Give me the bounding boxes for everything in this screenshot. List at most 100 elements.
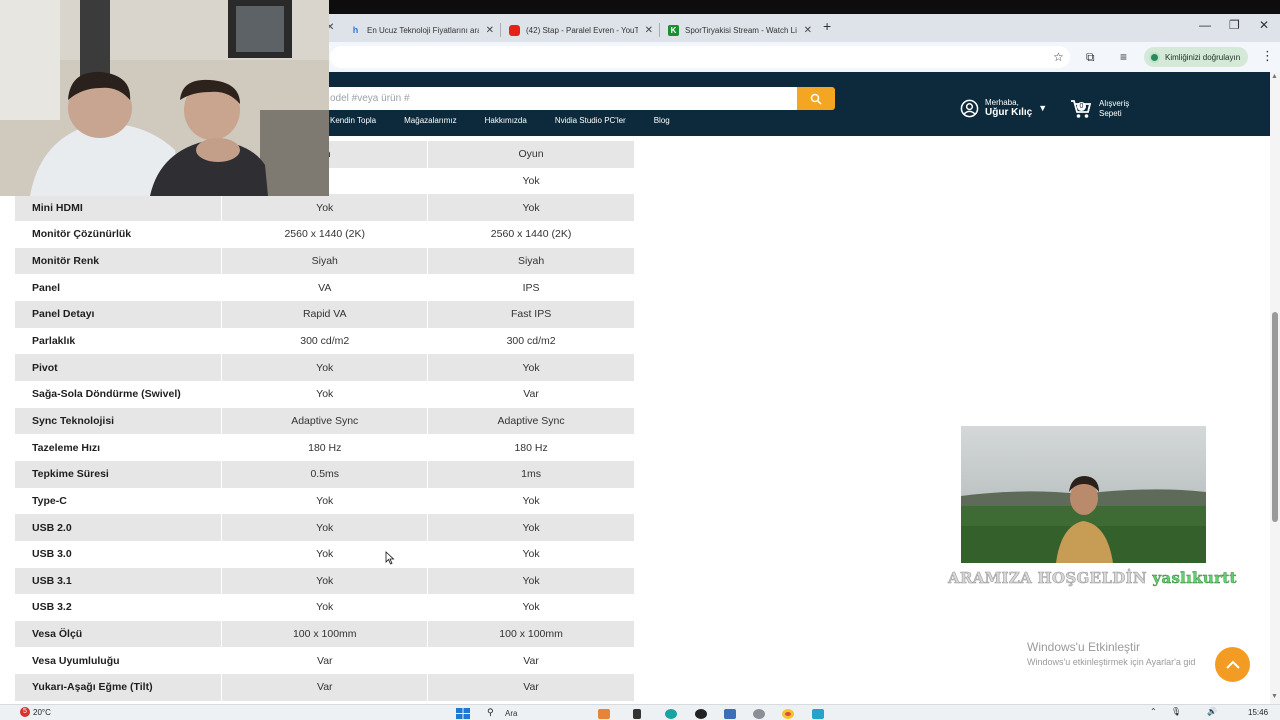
spec-value-product-2: Var xyxy=(427,380,635,408)
spec-value-product-1: Var xyxy=(221,647,429,675)
taskbar-app-icon[interactable] xyxy=(695,709,707,719)
spec-label: USB 3.2 xyxy=(15,594,223,621)
tab-sportiryakisi[interactable]: K SporTiryakisi Stream - Watch Li ✕ xyxy=(662,18,818,42)
spec-label: Vesa Uyumluluğu xyxy=(15,647,223,675)
tab-title: SporTiryakisi Stream - Watch Li xyxy=(685,25,797,35)
tray-chevron-up-icon[interactable]: ⌃ xyxy=(1150,707,1157,716)
user-name: Uğur Kılıç xyxy=(985,107,1033,118)
spec-value-product-1: Rapid VA xyxy=(221,300,429,328)
spec-label: USB 2.0 xyxy=(15,514,223,541)
maximize-icon[interactable]: ❐ xyxy=(1229,18,1240,32)
profile-button[interactable]: Kimliğinizi doğrulayın xyxy=(1144,47,1249,67)
user-account-menu[interactable]: Merhaba, Uğur Kılıç ▼ xyxy=(960,98,1047,118)
taskbar-search-box[interactable]: Ara xyxy=(505,709,517,718)
scroll-up-arrow-icon[interactable]: ▲ xyxy=(1271,73,1278,80)
tab-title: (42) Stap - Paralel Evren - YouTu xyxy=(526,25,638,35)
spec-value-product-1: 0.5ms xyxy=(221,460,429,488)
volume-icon[interactable]: 🔊 xyxy=(1207,707,1217,716)
spec-value-product-2: 2560 x 1440 (2K) xyxy=(427,220,635,248)
close-icon[interactable]: ✕ xyxy=(486,25,494,36)
spec-label: Type-C xyxy=(15,487,223,515)
spec-row: Panel Detayı Rapid VA Fast IPS xyxy=(15,300,635,328)
windows-start-icon[interactable] xyxy=(456,708,470,719)
settings-gear-icon[interactable] xyxy=(753,709,765,719)
nav-kendin-topla[interactable]: Kendin Topla xyxy=(330,116,376,125)
spec-value-product-1: Yok xyxy=(221,487,429,515)
spec-row: Mini HDMI Yok Yok xyxy=(15,194,635,221)
spec-label: Monitör Çözünürlük xyxy=(15,220,223,248)
media-queue-icon[interactable]: ≡ xyxy=(1120,50,1127,64)
microphone-icon[interactable]: 🎙 xyxy=(1171,707,1181,716)
spec-label: Tazeleme Hızı xyxy=(15,434,223,461)
spec-label: USB 3.1 xyxy=(15,567,223,595)
spec-row: Monitör Renk Siyah Siyah xyxy=(15,247,635,275)
close-window-icon[interactable]: ✕ xyxy=(1259,18,1269,32)
sportiryakisi-icon: K xyxy=(668,24,679,36)
search-button[interactable] xyxy=(797,87,835,110)
user-icon xyxy=(960,99,979,117)
chevron-up-icon xyxy=(1225,660,1240,669)
close-icon[interactable]: ✕ xyxy=(804,25,812,36)
main-nav: Kendin Topla Mağazalarımız Hakkımızda Nv… xyxy=(330,116,670,125)
nav-blog[interactable]: Blog xyxy=(654,116,670,125)
taskbar-clock[interactable]: 15:46 xyxy=(1248,708,1268,717)
spec-row: Sync Teknolojisi Adaptive Sync Adaptive Sy… xyxy=(15,407,635,435)
spec-value-product-1: 180 Hz xyxy=(221,434,429,461)
new-tab-plus-icon[interactable]: + xyxy=(823,18,831,34)
nav-magazalarimiz[interactable]: Mağazalarımız xyxy=(404,116,456,125)
spec-label: Tepkime Süresi xyxy=(15,460,223,488)
extensions-icon[interactable]: ⧉ xyxy=(1086,50,1095,65)
minimize-icon[interactable]: — xyxy=(1199,18,1211,32)
spec-value-product-2: IPS xyxy=(427,274,635,301)
spec-value-product-1: 2560 x 1440 (2K) xyxy=(221,220,429,248)
scrollbar-thumb[interactable] xyxy=(1272,312,1278,522)
spec-value-product-1: Yok xyxy=(221,194,429,221)
spec-row: USB 3.2 Yok Yok xyxy=(15,594,635,621)
tab-akakce[interactable]: h En Ucuz Teknoloji Fiyatlarını ara ✕ xyxy=(344,18,500,42)
welcome-banner: ARAMIZA HOŞGELDİN yaslıkurtt xyxy=(948,569,1237,588)
spec-value-product-1: 300 cd/m2 xyxy=(221,327,429,355)
spec-row: Monitör Çözünürlük 2560 x 1440 (2K) 2560 x… xyxy=(15,220,635,248)
bookmark-star-icon[interactable]: ☆ xyxy=(1053,50,1064,64)
spec-value-product-1: Yok xyxy=(221,567,429,595)
spec-value-product-2: Yok xyxy=(427,567,635,595)
spec-value-product-2: 100 x 100mm xyxy=(427,620,635,648)
chrome-icon[interactable] xyxy=(782,709,794,719)
spec-value-product-2: Yok xyxy=(427,540,635,568)
back-to-top-button[interactable] xyxy=(1215,647,1250,682)
user-greeting: Merhaba, xyxy=(985,98,1019,107)
spec-label: Panel xyxy=(15,274,223,301)
nav-hakkimizda[interactable]: Hakkımızda xyxy=(485,116,527,125)
task-view-icon[interactable] xyxy=(633,709,641,719)
spec-value-product-1: Siyah xyxy=(221,247,429,275)
akakce-favicon-icon: h xyxy=(352,24,359,35)
chevron-down-icon: ▼ xyxy=(1038,103,1048,113)
taskbar-app-icon[interactable] xyxy=(724,709,736,719)
url-field[interactable] xyxy=(330,46,1070,68)
nav-nvidia-studio[interactable]: Nvidia Studio PC'ler xyxy=(555,116,626,125)
activation-title: Windows'u Etkinleştir xyxy=(1027,640,1140,654)
welcome-gif-image xyxy=(961,426,1206,563)
product-search-input[interactable]: odel #veya ürün # xyxy=(318,87,798,110)
taskbar-app-icon[interactable] xyxy=(598,709,610,719)
spec-value-product-1: Yok xyxy=(221,594,429,621)
tab-youtube[interactable]: (42) Stap - Paralel Evren - YouTu ✕ xyxy=(503,18,659,42)
scroll-down-arrow-icon[interactable]: ▼ xyxy=(1271,693,1278,700)
close-icon[interactable]: ✕ xyxy=(645,25,653,36)
spec-comparison-table: unOyunkYokMini HDMIYokYokMonitör Çözünür… xyxy=(15,141,635,701)
spec-value-product-2: Fast IPS xyxy=(427,300,635,328)
spec-row: Type-C Yok Yok xyxy=(15,487,635,515)
spec-value-product-2: 300 cd/m2 xyxy=(427,327,635,355)
profile-label: Kimliğinizi doğrulayın xyxy=(1165,52,1241,62)
weather-widget[interactable]: 20°C xyxy=(33,708,51,717)
spec-value-product-2: Yok xyxy=(427,354,635,381)
taskbar-app-icon[interactable] xyxy=(665,709,677,719)
search-placeholder: odel #veya ürün # xyxy=(330,93,410,104)
page-scrollbar[interactable] xyxy=(1270,72,1280,704)
spec-row: USB 3.0 Yok Yok xyxy=(15,540,635,568)
spec-row: Yukarı-Aşağı Eğme (Tilt) Var Var xyxy=(15,674,635,701)
spec-row: USB 2.0 Yok Yok xyxy=(15,514,635,541)
taskbar-app-icon[interactable] xyxy=(812,709,824,719)
cart-button[interactable]: 0 Alışveriş Sepeti xyxy=(1070,99,1129,119)
browser-menu-icon[interactable]: ⋮ xyxy=(1261,48,1274,64)
